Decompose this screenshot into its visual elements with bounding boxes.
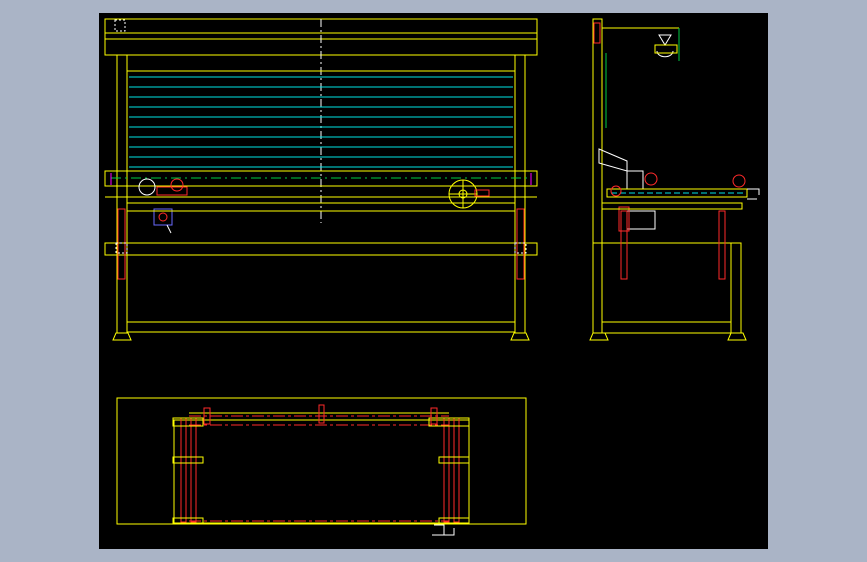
- plan-view: [116, 397, 527, 536]
- cad-drawing: [104, 18, 760, 536]
- right-leg-detail: [516, 208, 525, 280]
- plan-left-rail: [190, 417, 197, 523]
- plan-table-frame: [173, 419, 470, 524]
- lower-rail: [104, 242, 538, 256]
- right-post: [514, 54, 526, 334]
- plan-right-rail: [453, 417, 460, 523]
- motor-mount: [166, 224, 172, 234]
- side-foot: [589, 332, 609, 341]
- left-leg-detail: [117, 208, 126, 280]
- side-roller: [610, 185, 622, 197]
- right-foot: [510, 332, 530, 341]
- chute-box: [626, 170, 644, 190]
- drive-pulley: [170, 178, 184, 192]
- front-elevation-view: [104, 18, 538, 341]
- light-bracket: [654, 44, 678, 54]
- side-motor: [626, 210, 656, 230]
- side-top-rail: [601, 202, 743, 210]
- plan-crank-icon: [432, 524, 455, 536]
- left-post: [116, 54, 128, 334]
- left-foot: [112, 332, 132, 341]
- side-leg-red: [620, 210, 628, 280]
- plan-border: [116, 397, 527, 525]
- corner-detail: [114, 19, 126, 32]
- plan-bracket: [172, 456, 204, 464]
- plan-left-rail: [180, 417, 187, 523]
- side-roller: [732, 174, 746, 188]
- side-leg-red: [718, 210, 726, 280]
- bottom-rail: [126, 321, 516, 333]
- chute: [598, 148, 628, 172]
- plan-right-rail: [443, 417, 450, 523]
- side-foot: [727, 332, 747, 341]
- side-post-red-part: [593, 22, 601, 44]
- side-roller: [644, 172, 658, 186]
- side-right-leg: [730, 242, 742, 334]
- drawing-sheet[interactable]: [99, 13, 768, 549]
- crank-handle: [747, 188, 760, 200]
- drive-pulley: [138, 178, 156, 196]
- side-post: [592, 18, 603, 334]
- motor-shaft: [158, 212, 168, 222]
- side-elevation-view: [589, 18, 760, 341]
